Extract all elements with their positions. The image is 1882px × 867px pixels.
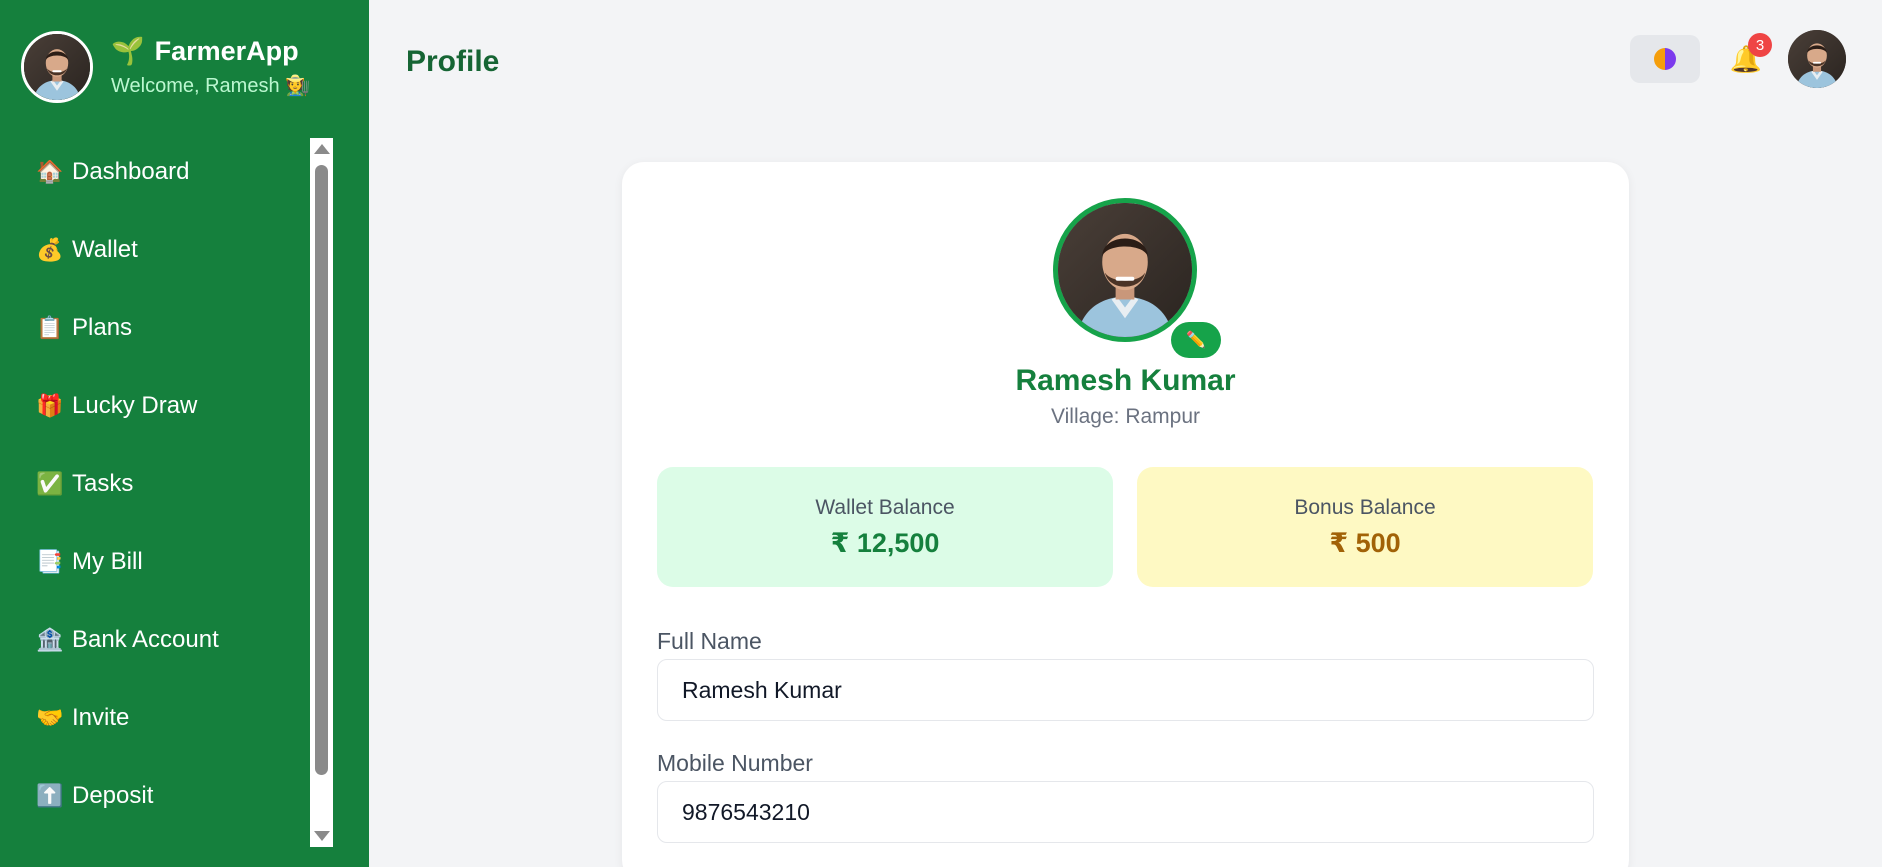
scroll-down-arrow-icon[interactable] bbox=[314, 831, 330, 841]
sidebar-item-label: Wallet bbox=[72, 236, 138, 263]
brand-text: 🌱 FarmerApp Welcome, Ramesh 🧑‍🌾 bbox=[111, 35, 310, 98]
sidebar-item-my-bill[interactable]: 📑 My Bill bbox=[0, 523, 310, 601]
sidebar-item-tasks[interactable]: ✅ Tasks bbox=[0, 445, 310, 523]
wallet-balance-value: ₹ 12,500 bbox=[830, 527, 940, 558]
sidebar-brand: 🌱 FarmerApp Welcome, Ramesh 🧑‍🌾 bbox=[0, 0, 369, 133]
checkmark-icon: ✅ bbox=[36, 471, 64, 496]
brand-title: 🌱 FarmerApp bbox=[111, 35, 310, 67]
arrow-up-icon: ⬆️ bbox=[36, 783, 64, 808]
theme-toggle-button[interactable] bbox=[1630, 35, 1700, 83]
top-actions: 🔔 3 bbox=[1630, 30, 1846, 88]
bonus-balance-card: Bonus Balance ₹ 500 bbox=[1137, 467, 1593, 587]
sidebar-scrollbar[interactable] bbox=[310, 138, 333, 847]
sidebar-item-label: Bank Account bbox=[72, 626, 219, 653]
home-icon: 🏠 bbox=[36, 159, 64, 184]
sidebar-item-label: Invite bbox=[72, 704, 130, 731]
notifications-button[interactable]: 🔔 3 bbox=[1726, 33, 1772, 83]
edit-photo-button[interactable]: ✏️ bbox=[1171, 322, 1221, 358]
wallet-balance-card: Wallet Balance ₹ 12,500 bbox=[657, 467, 1113, 587]
scrollbar-thumb[interactable] bbox=[315, 165, 328, 775]
full-name-field[interactable] bbox=[657, 659, 1594, 721]
pencil-icon: ✏️ bbox=[1186, 332, 1206, 349]
app-root: 🌱 FarmerApp Welcome, Ramesh 🧑‍🌾 🏠 Dashbo… bbox=[0, 0, 1882, 867]
sidebar-item-label: Deposit bbox=[72, 782, 154, 809]
theme-icon bbox=[1654, 48, 1676, 70]
sidebar: 🌱 FarmerApp Welcome, Ramesh 🧑‍🌾 🏠 Dashbo… bbox=[0, 0, 369, 867]
sidebar-item-wallet[interactable]: 💰 Wallet bbox=[0, 211, 310, 289]
mobile-number-field[interactable] bbox=[657, 781, 1594, 843]
sidebar-item-label: Lucky Draw bbox=[72, 392, 198, 419]
mobile-number-label: Mobile Number bbox=[657, 750, 813, 776]
wallet-balance-label: Wallet Balance bbox=[815, 495, 955, 519]
bank-icon: 🏦 bbox=[36, 627, 64, 652]
seedling-icon: 🌱 bbox=[111, 36, 145, 66]
full-name-label: Full Name bbox=[657, 628, 762, 654]
sidebar-item-label: Tasks bbox=[72, 470, 134, 497]
sidebar-item-label: My Bill bbox=[72, 548, 143, 575]
profile-picture bbox=[1053, 198, 1197, 342]
sidebar-avatar[interactable] bbox=[21, 30, 93, 103]
main-content: Profile 🔔 3 ✏️ Ramesh Kumar Village: Ram… bbox=[369, 0, 1882, 867]
sidebar-item-plans[interactable]: 📋 Plans bbox=[0, 289, 310, 367]
notification-count-badge: 3 bbox=[1748, 33, 1772, 57]
money-bag-icon: 💰 bbox=[36, 237, 64, 262]
top-bar: Profile 🔔 3 bbox=[369, 0, 1882, 124]
scroll-up-arrow-icon[interactable] bbox=[314, 144, 330, 154]
sidebar-item-dashboard[interactable]: 🏠 Dashboard bbox=[0, 133, 310, 211]
gift-icon: 🎁 bbox=[36, 393, 64, 418]
app-name: FarmerApp bbox=[154, 35, 299, 66]
bill-icon: 📑 bbox=[36, 549, 64, 574]
profile-village: Village: Rampur bbox=[1050, 405, 1201, 428]
profile-name: Ramesh Kumar bbox=[1015, 364, 1236, 397]
sidebar-item-invite[interactable]: 🤝 Invite bbox=[0, 679, 310, 757]
bonus-balance-value: ₹ 500 bbox=[1329, 527, 1401, 558]
sidebar-item-lucky-draw[interactable]: 🎁 Lucky Draw bbox=[0, 367, 310, 445]
handshake-icon: 🤝 bbox=[36, 705, 64, 730]
sidebar-item-bank-account[interactable]: 🏦 Bank Account bbox=[0, 601, 310, 679]
sidebar-item-label: Plans bbox=[72, 314, 133, 341]
profile-card: ✏️ Ramesh Kumar Village: Rampur Wallet B… bbox=[622, 162, 1629, 867]
sidebar-item-label: Dashboard bbox=[72, 158, 190, 185]
sidebar-item-deposit[interactable]: ⬆️ Deposit bbox=[0, 757, 310, 835]
welcome-text: Welcome, Ramesh 🧑‍🌾 bbox=[111, 75, 311, 97]
profile-picture-wrap: ✏️ bbox=[1053, 198, 1221, 358]
clipboard-icon: 📋 bbox=[36, 315, 64, 340]
sidebar-nav: 🏠 Dashboard 💰 Wallet 📋 Plans 🎁 Lucky Dra… bbox=[0, 133, 310, 847]
user-avatar[interactable] bbox=[1788, 30, 1846, 88]
bonus-balance-label: Bonus Balance bbox=[1294, 495, 1436, 519]
page-title: Profile bbox=[406, 45, 500, 78]
